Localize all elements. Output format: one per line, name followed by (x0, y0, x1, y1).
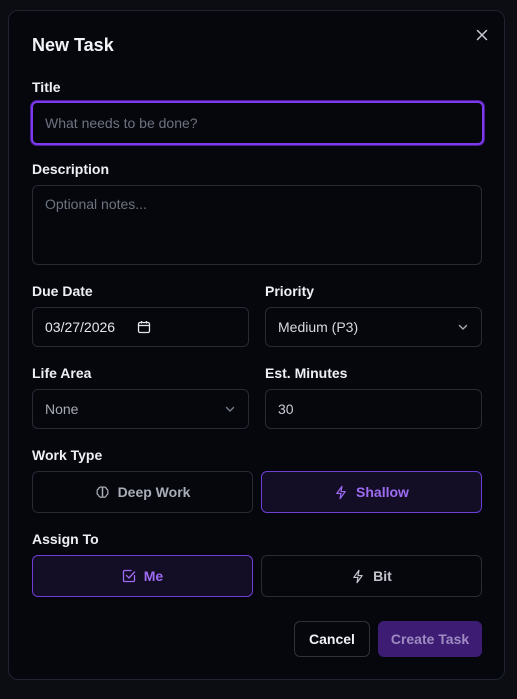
close-button[interactable] (474, 27, 490, 43)
due-date-value: 03/27/2026 (45, 319, 116, 335)
life-area-label: Life Area (32, 365, 92, 381)
assign-to-bit-button[interactable]: Bit (261, 555, 482, 597)
deep-work-label: Deep Work (117, 484, 191, 500)
life-area-value: None (45, 401, 79, 417)
work-type-deep-work-button[interactable]: Deep Work (32, 471, 253, 513)
due-date-label: Due Date (32, 283, 93, 299)
lightning-icon (336, 485, 346, 499)
work-type-shallow-button[interactable]: Shallow (261, 471, 482, 513)
modal-title: New Task (32, 35, 114, 55)
calendar-icon[interactable] (137, 320, 151, 334)
chevron-down-icon (458, 324, 468, 330)
est-minutes-label: Est. Minutes (265, 365, 348, 381)
priority-label: Priority (265, 283, 315, 299)
lightning-icon (353, 569, 363, 583)
new-task-modal: New Task Title Description Due Date 03/2… (8, 10, 505, 680)
checkbox-icon (122, 569, 135, 583)
shallow-label: Shallow (356, 484, 409, 500)
cancel-button[interactable]: Cancel (294, 621, 370, 657)
life-area-select[interactable]: None (32, 389, 249, 429)
description-textarea[interactable] (32, 185, 482, 265)
create-task-button[interactable]: Create Task (378, 621, 482, 657)
due-date-input[interactable]: 03/27/2026 (32, 307, 249, 347)
close-icon (476, 29, 488, 41)
priority-select[interactable]: Medium (P3) (265, 307, 482, 347)
bit-label: Bit (373, 568, 392, 584)
description-label: Description (32, 161, 110, 177)
title-input[interactable] (31, 101, 484, 145)
title-label: Title (32, 79, 61, 95)
chevron-down-icon (225, 406, 235, 412)
est-minutes-input[interactable] (265, 389, 482, 429)
work-type-label: Work Type (32, 447, 103, 463)
me-label: Me (143, 568, 164, 584)
brain-icon (96, 485, 109, 498)
assign-to-me-button[interactable]: Me (32, 555, 253, 597)
backdrop-content (0, 0, 8, 699)
priority-value: Medium (P3) (278, 319, 359, 335)
assign-to-label: Assign To (32, 531, 99, 547)
